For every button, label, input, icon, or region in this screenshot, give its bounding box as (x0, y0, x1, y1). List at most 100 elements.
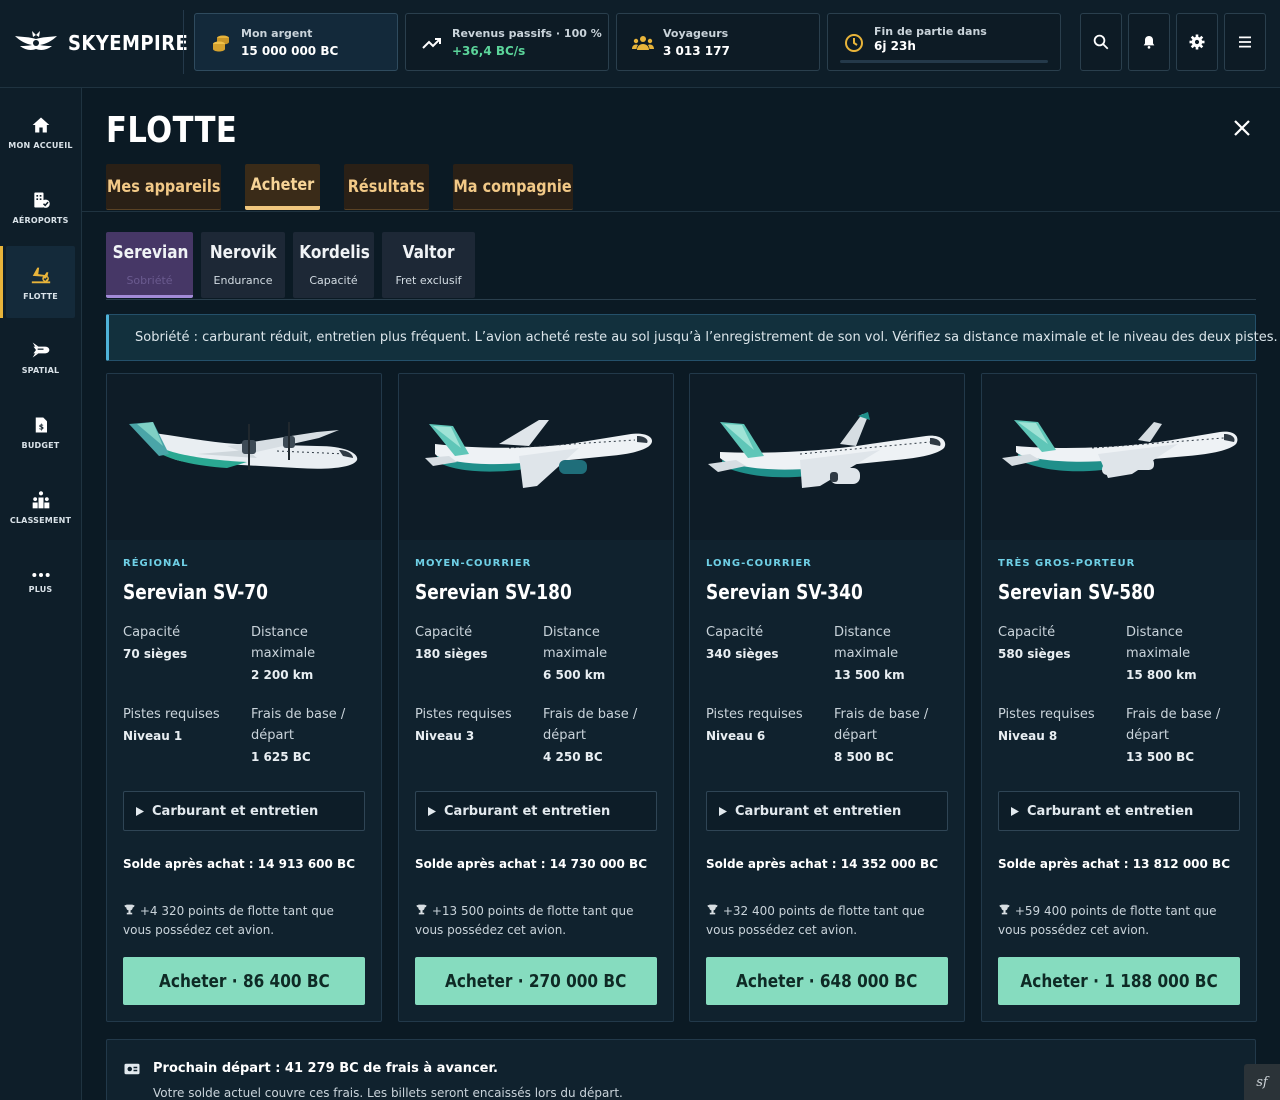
fuel-maintenance-toggle[interactable]: Carburant et entretien (415, 791, 657, 831)
sidebar-item-label: BUDGET (21, 440, 60, 450)
buy-button[interactable]: Acheter · 648 000 BC (706, 957, 948, 1005)
sidebar-item-label: SPATIAL (21, 365, 60, 375)
aircraft-name: Serevian SV-340 (706, 580, 863, 604)
triangle-right-icon (719, 806, 727, 816)
tab-label: Résultats (348, 176, 425, 197)
aircraft-name: Serevian SV-580 (998, 580, 1155, 604)
fleet-points-text: +4 320 points de flotte tant que vous po… (123, 904, 334, 937)
spec-value: 4 250 BC (543, 750, 603, 764)
spec-value: 70 sièges (123, 647, 188, 661)
menu-button[interactable] (1224, 13, 1266, 71)
stat-revenue[interactable]: Revenus passifs · 100 % +36,4 BC/s (405, 13, 609, 71)
spec-label: Capacité (706, 625, 764, 640)
coins-icon (213, 35, 229, 52)
brand-subtitle: Fret exclusif (395, 274, 462, 287)
fuel-label: Carburant et entretien (1027, 803, 1194, 819)
triangle-right-icon (136, 806, 144, 816)
sidebar-item-label: FLOTTE (23, 291, 58, 301)
aircraft-category: LONG-COURRIER (706, 558, 812, 569)
spec-value: 180 sièges (415, 647, 488, 661)
search-button[interactable] (1080, 13, 1122, 71)
sidebar-item-label: CLASSEMENT (9, 515, 72, 525)
svg-text:$: $ (38, 422, 43, 431)
tabs-divider (82, 211, 1280, 212)
page-title: FLOTTE (106, 110, 238, 151)
spec-value: 6 500 km (543, 668, 606, 682)
stat-travelers[interactable]: Voyageurs 3 013 177 (616, 13, 820, 71)
stat-endgame[interactable]: Fin de partie dans 6j 23h (827, 13, 1061, 71)
brand-tab-serevian[interactable]: Serevian Sobriété (106, 232, 193, 298)
trophy-icon (416, 904, 427, 915)
spec-value: 8 500 BC (834, 750, 894, 764)
spec-label: Capacité (415, 625, 473, 640)
sidebar-item-ranking[interactable]: CLASSEMENT (6, 471, 75, 543)
fleet-points-text: +13 500 points de flotte tant que vous p… (415, 904, 634, 937)
debug-toolbar-badge[interactable]: sf (1244, 1064, 1280, 1100)
aircraft-image (982, 374, 1256, 540)
close-icon[interactable] (1230, 116, 1254, 140)
spec-capacity: Capacité 340 sièges (706, 622, 824, 661)
narrowbody-plane-icon (425, 420, 653, 488)
spec-label: Distance maximale (543, 625, 608, 661)
money-value: 15 000 000 BC (241, 44, 339, 58)
spec-value: 13 500 km (834, 668, 905, 682)
balance-after-purchase: Solde après achat : 13 812 000 BC (998, 857, 1230, 871)
aircraft-name: Serevian SV-70 (123, 580, 268, 604)
spec-distance: Distance maximale 15 800 km (1126, 622, 1244, 682)
tab-buy[interactable]: Acheter (245, 164, 320, 210)
gear-icon (1189, 34, 1205, 50)
brand-tab-nerovik[interactable]: Nerovik Endurance (201, 232, 285, 298)
app-name: SKYEMPIRE (68, 31, 189, 55)
triangle-right-icon (1011, 806, 1019, 816)
buy-button[interactable]: Acheter · 270 000 BC (415, 957, 657, 1005)
turboprop-plane-icon (129, 422, 358, 470)
spec-distance: Distance maximale 6 500 km (543, 622, 661, 682)
spec-label: Frais de base / départ (1126, 707, 1221, 743)
spec-value: 13 500 BC (1126, 750, 1195, 764)
fuel-maintenance-toggle[interactable]: Carburant et entretien (998, 791, 1240, 831)
fleet-points: +32 400 points de flotte tant que vous p… (706, 902, 948, 940)
aircraft-name: Serevian SV-180 (415, 580, 572, 604)
spec-runways: Pistes requises Niveau 6 (706, 704, 824, 743)
endgame-progress-bar (840, 60, 1048, 63)
buy-label: Acheter · 86 400 BC (158, 970, 330, 992)
fuel-maintenance-toggle[interactable]: Carburant et entretien (706, 791, 948, 831)
fleet-points-text: +59 400 points de flotte tant que vous p… (998, 904, 1217, 937)
money-label: Mon argent (241, 27, 313, 40)
trophy-icon (999, 904, 1010, 915)
hamburger-icon (1239, 36, 1251, 48)
sidebar-item-home[interactable]: MON ACCUEIL (6, 96, 75, 168)
spec-capacity: Capacité 580 sièges (998, 622, 1116, 661)
sidebar-item-space[interactable]: SPATIAL (6, 321, 75, 393)
clock-icon (845, 34, 863, 52)
brand-tab-kordelis[interactable]: Kordelis Capacité (293, 232, 374, 298)
tab-label: Acheter (250, 175, 315, 195)
budget-icon: $ (35, 417, 47, 432)
notifications-button[interactable] (1128, 13, 1170, 71)
aircraft-card-sv580: TRÈS GROS-PORTEUR Serevian SV-580 Capaci… (981, 373, 1257, 1022)
revenue-label: Revenus passifs · 100 % (452, 27, 602, 40)
spec-distance: Distance maximale 2 200 km (251, 622, 369, 682)
endgame-value: 6j 23h (874, 39, 916, 53)
sidebar-item-airports[interactable]: AÉROPORTS (6, 171, 75, 243)
sidebar-item-budget[interactable]: $ BUDGET (6, 396, 75, 468)
endgame-label: Fin de partie dans (874, 25, 987, 38)
buy-button[interactable]: Acheter · 86 400 BC (123, 957, 365, 1005)
fuel-label: Carburant et entretien (152, 803, 319, 819)
tab-results[interactable]: Résultats (344, 164, 429, 210)
sidebar-item-fleet[interactable]: FLOTTE (0, 246, 75, 318)
fuel-maintenance-toggle[interactable]: Carburant et entretien (123, 791, 365, 831)
sidebar-item-more[interactable]: PLUS (6, 546, 75, 618)
app-logo[interactable]: SKYEMPIRE (14, 26, 202, 60)
balance-after-purchase: Solde après achat : 14 913 600 BC (123, 857, 355, 871)
tab-my-company[interactable]: Ma compagnie (453, 164, 573, 210)
brand-tabs-divider (106, 299, 1256, 300)
settings-button[interactable] (1176, 13, 1218, 71)
trophy-icon (707, 904, 718, 915)
spec-value: Niveau 8 (998, 729, 1058, 743)
tab-my-aircraft[interactable]: Mes appareils (106, 164, 221, 210)
stat-money[interactable]: Mon argent 15 000 000 BC (194, 13, 398, 71)
buy-button[interactable]: Acheter · 1 188 000 BC (998, 957, 1240, 1005)
brand-tab-valtor[interactable]: Valtor Fret exclusif (382, 232, 475, 298)
sidebar-item-label: PLUS (28, 584, 53, 594)
